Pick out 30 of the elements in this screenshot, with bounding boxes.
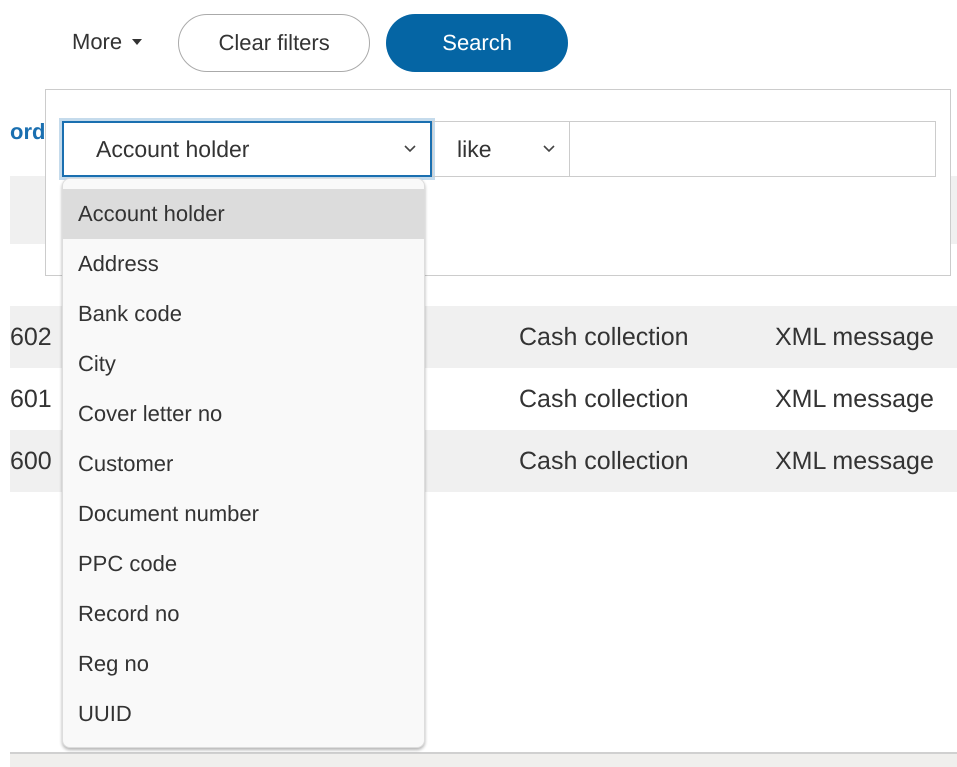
dropdown-option[interactable]: Reg no [63, 639, 424, 689]
search-button[interactable]: Search [386, 14, 568, 72]
table-cell: Cash collection [519, 446, 689, 474]
caret-icon [132, 39, 142, 45]
field-select[interactable]: Account holder [62, 121, 432, 177]
table-cell: XML message [775, 322, 934, 350]
dropdown-option[interactable]: City [63, 339, 424, 389]
dropdown-option[interactable]: Document number [63, 489, 424, 539]
dropdown-option[interactable]: Bank code [63, 289, 424, 339]
dropdown-option[interactable]: PPC code [63, 539, 424, 589]
dropdown-option[interactable]: Record no [63, 589, 424, 639]
table-cell: Cash collection [519, 322, 689, 350]
table-cell: 602 [10, 322, 52, 350]
chevron-down-icon [543, 145, 555, 153]
dropdown-option[interactable]: Customer [63, 439, 424, 489]
more-menu-button[interactable]: More [72, 29, 142, 55]
value-input-field[interactable] [570, 121, 936, 177]
dropdown-option[interactable]: Cover letter no [63, 389, 424, 439]
dropdown-option[interactable]: UUID [63, 689, 424, 739]
dropdown-option[interactable]: Account holder [63, 189, 424, 239]
dropdown-option[interactable]: Address [63, 239, 424, 289]
table-cell: XML message [775, 384, 934, 412]
chevron-down-icon [404, 145, 416, 153]
column-header-link[interactable]: ord [10, 119, 46, 145]
operator-select[interactable]: like [432, 121, 570, 177]
table-cell: Cash collection [519, 384, 689, 412]
clear-filters-button[interactable]: Clear filters [178, 14, 370, 72]
table-cell: 600 [10, 446, 52, 474]
table-cell: XML message [775, 446, 934, 474]
table-cell: 601 [10, 384, 52, 412]
